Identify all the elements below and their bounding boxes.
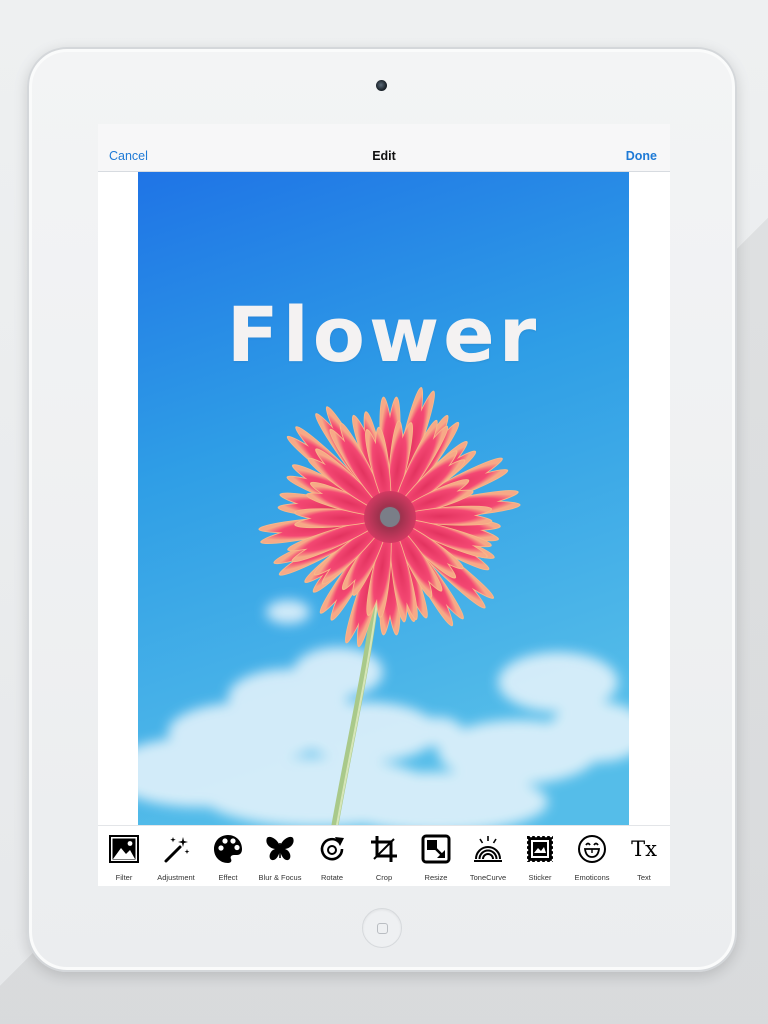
crop-icon xyxy=(371,836,397,862)
sticker-icon xyxy=(525,834,555,864)
camera-icon xyxy=(376,80,387,91)
rotate-icon xyxy=(320,837,344,861)
tool-emoticons[interactable]: Emoticons xyxy=(566,826,618,886)
flower-photo xyxy=(138,172,629,825)
image-icon xyxy=(109,835,139,863)
tool-crop[interactable]: Crop xyxy=(358,826,410,886)
page-title: Edit xyxy=(372,149,396,163)
photo-canvas[interactable]: Flower xyxy=(138,172,629,825)
home-square-icon xyxy=(377,923,388,934)
tone-curve-icon xyxy=(474,836,502,862)
butterfly-icon xyxy=(266,836,294,861)
palette-icon xyxy=(214,835,242,863)
tool-adjustment[interactable]: Adjustment xyxy=(150,826,202,886)
text-icon: Tx xyxy=(631,837,657,861)
tool-resize[interactable]: Resize xyxy=(410,826,462,886)
tool-rotate[interactable]: Rotate xyxy=(306,826,358,886)
magic-wand-icon xyxy=(164,837,190,863)
tool-label: Text xyxy=(637,873,651,882)
home-button[interactable] xyxy=(362,908,402,948)
tool-bar: Filter Adjustment Effect Blur & Focus Ro… xyxy=(98,825,670,886)
emoticon-icon xyxy=(578,835,606,863)
tool-filter[interactable]: Filter xyxy=(98,826,150,886)
resize-icon xyxy=(421,834,451,864)
tool-blur-focus[interactable]: Blur & Focus xyxy=(254,826,306,886)
tool-text[interactable]: Tx Text xyxy=(618,826,670,886)
photo-text-overlay[interactable]: Flower xyxy=(138,290,629,379)
tool-tonecurve[interactable]: ToneCurve xyxy=(462,826,514,886)
app-screen: Cancel Edit Done Flower Filter Adjustmen… xyxy=(98,124,670,886)
navigation-bar: Cancel Edit Done xyxy=(98,124,670,172)
tool-effect[interactable]: Effect xyxy=(202,826,254,886)
tool-sticker[interactable]: Sticker xyxy=(514,826,566,886)
done-button[interactable]: Done xyxy=(626,149,657,163)
